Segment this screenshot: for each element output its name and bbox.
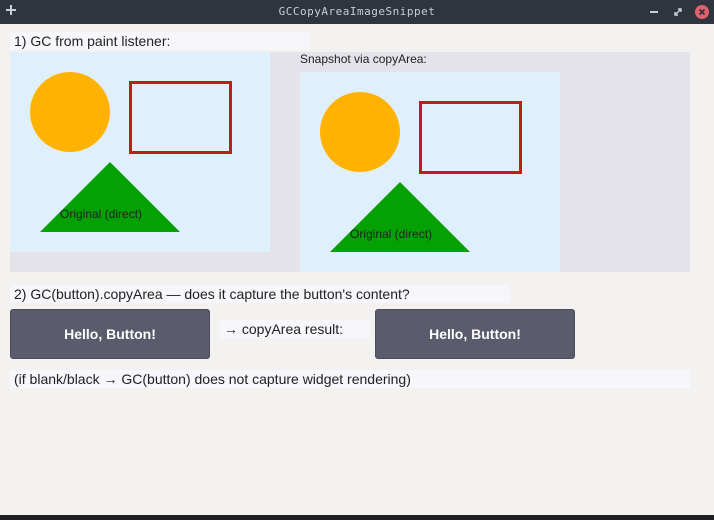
note-label: (if blank/black → GC(button) does not ca… <box>10 370 690 388</box>
copyarea-result-label: → copyArea result: <box>220 320 370 338</box>
rectangle-shape <box>129 81 232 154</box>
close-button[interactable] <box>695 5 709 19</box>
original-caption: Original (direct) <box>60 207 143 221</box>
close-icon <box>698 8 706 16</box>
snapshot-caption: Original (direct) <box>350 227 433 241</box>
minimize-icon[interactable] <box>648 6 660 18</box>
bottom-bar <box>0 515 714 520</box>
original-drawing <box>30 72 232 232</box>
section1-label: 1) GC from paint listener: <box>10 32 310 50</box>
section2-label: 2) GC(button).copyArea — does it capture… <box>10 285 510 303</box>
original-canvas: Original (direct) <box>10 52 270 252</box>
snapshot-label: Snapshot via copyArea: <box>300 52 427 66</box>
triangle-shape <box>40 162 180 232</box>
maximize-icon[interactable] <box>672 6 684 18</box>
window-title: GCCopyAreaImageSnippet <box>278 5 436 18</box>
snapshot-triangle-shape <box>330 182 470 252</box>
snapshot-rectangle-shape <box>419 101 522 174</box>
circle-shape <box>30 72 110 152</box>
snapshot-canvas: Original (direct) <box>300 72 560 272</box>
snapshot-drawing <box>320 92 522 252</box>
copyarea-result-image: Hello, Button! <box>375 309 575 359</box>
hello-button[interactable]: Hello, Button! <box>10 309 210 359</box>
snapshot-circle-shape <box>320 92 400 172</box>
title-bar: GCCopyAreaImageSnippet <box>0 0 714 24</box>
